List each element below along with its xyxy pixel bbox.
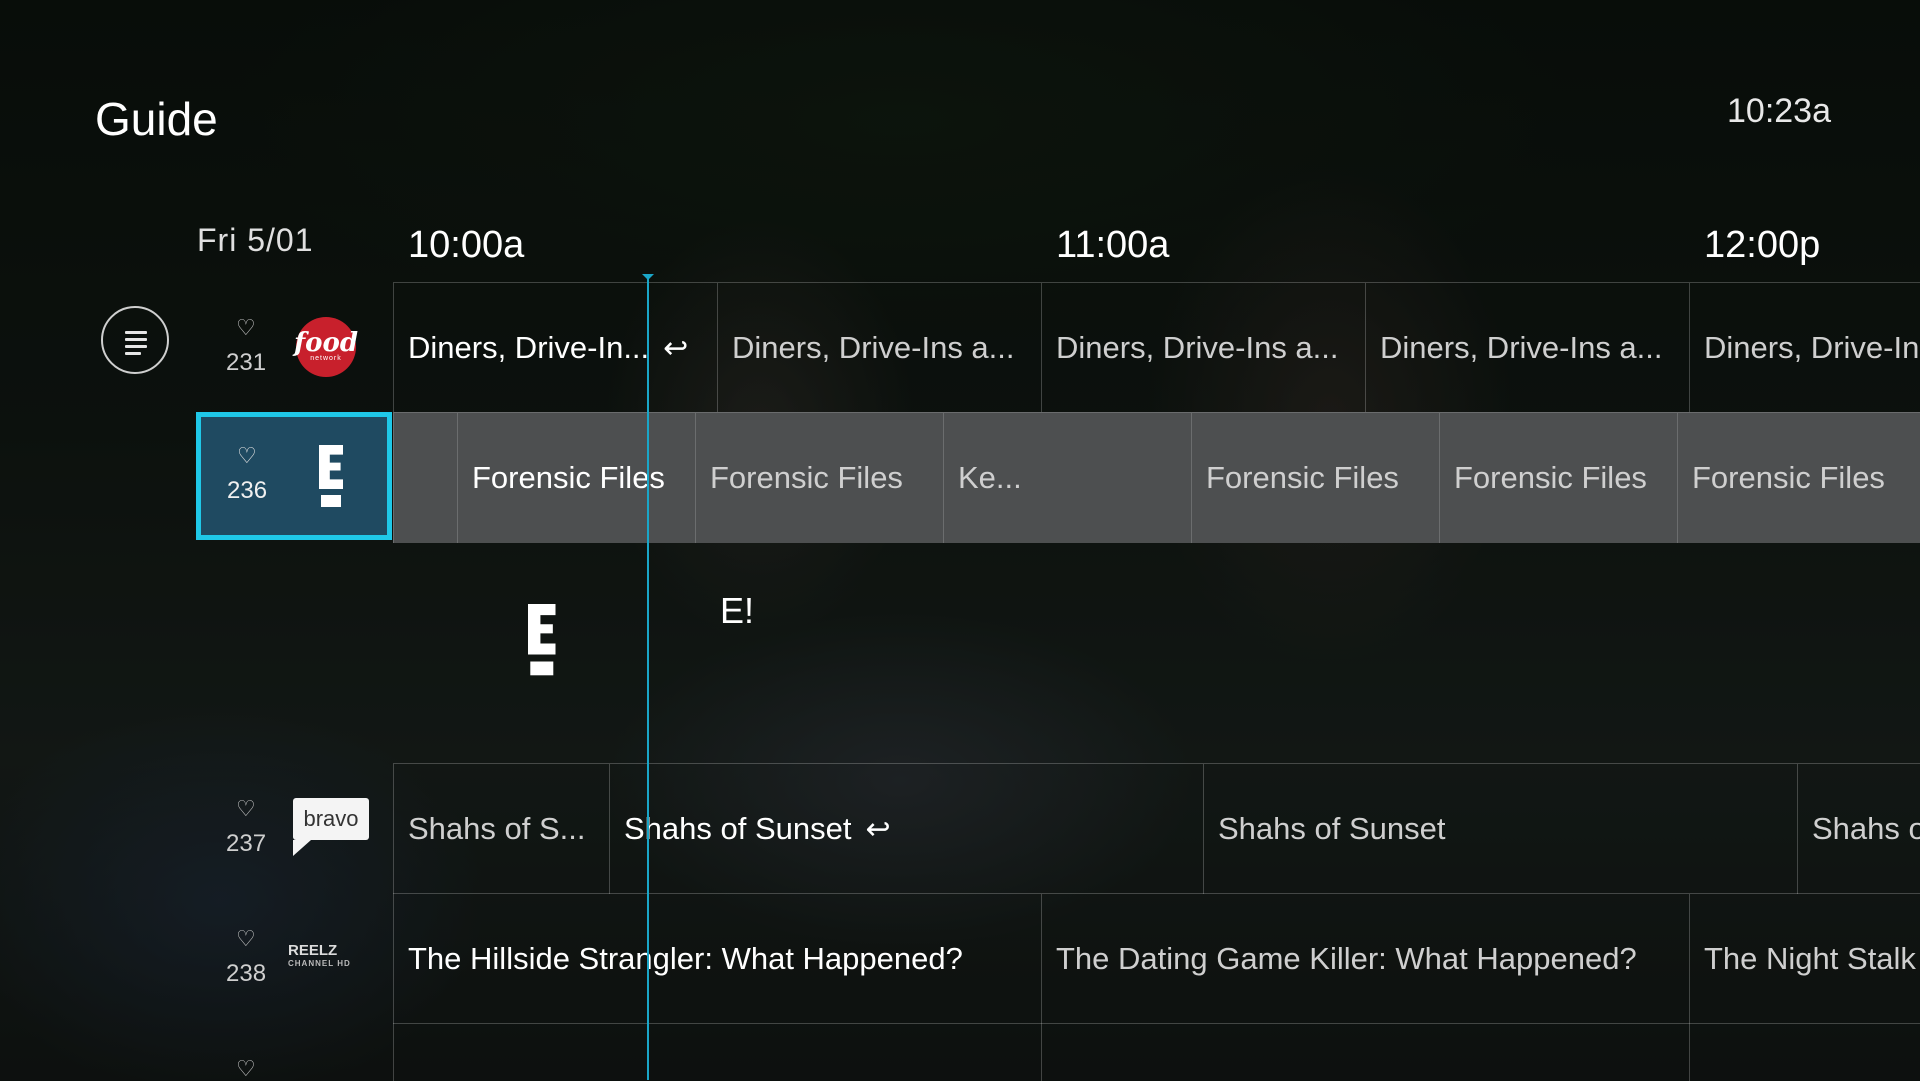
program-cell[interactable]: Shahs of S...: [393, 764, 609, 894]
program-cell[interactable]: Forensic Files: [1677, 413, 1920, 543]
menu-lines-icon: [125, 331, 147, 334]
program-cell[interactable]: Diners, Drive-In: [1689, 283, 1920, 413]
restart-icon: ↩: [663, 331, 689, 365]
program-cell[interactable]: Shahs of Sunset ↩: [609, 764, 1203, 894]
clock: 10:23a: [1727, 92, 1831, 130]
time-slot-label: 12:00p: [1704, 224, 1821, 266]
preview-channel-name: E!: [720, 590, 755, 631]
time-slot-label: 11:00a: [1056, 224, 1170, 266]
program-cell[interactable]: The Hillside Strangler: What Happened?: [393, 894, 1041, 1024]
program-row-237: Shahs of S... Shahs of Sunset ↩ Shahs of …: [393, 763, 1920, 894]
program-cell[interactable]: Diners, Drive-Ins a...: [1365, 283, 1689, 413]
program-cell[interactable]: Forensic Files: [1439, 413, 1677, 543]
program-cell[interactable]: Ke...: [943, 413, 1191, 543]
favorite-heart-icon[interactable]: ♡: [236, 928, 256, 950]
program-row-231: Diners, Drive-In... ↩ Diners, Drive-Ins a…: [393, 282, 1920, 413]
program-cell[interactable]: Shahs o: [1797, 764, 1920, 894]
menu-lines-icon: [125, 352, 141, 355]
program-cell[interactable]: [393, 1024, 1041, 1081]
favorite-heart-icon[interactable]: ♡: [236, 1058, 256, 1080]
favorite-heart-icon[interactable]: ♡: [236, 798, 256, 820]
program-cell[interactable]: The Dating Game Killer: What Happened?: [1041, 894, 1689, 1024]
program-cell[interactable]: Forensic Files: [1191, 413, 1439, 543]
program-cell[interactable]: Forensic Files: [457, 413, 695, 543]
program-cell[interactable]: [1041, 1024, 1689, 1081]
channel-237[interactable]: ♡ 237 bravo: [196, 764, 392, 894]
channel-preview-panel: [393, 543, 1920, 763]
program-cell[interactable]: Forensic Files: [695, 413, 943, 543]
program-row-partial: [393, 1023, 1920, 1081]
program-row-236: Forensic Files Forensic Files Ke... Fore…: [393, 412, 1920, 543]
program-row-238: The Hillside Strangler: What Happened? T…: [393, 893, 1920, 1024]
channel-number: 237: [226, 830, 267, 857]
guide-date: Fri 5/01: [197, 222, 314, 258]
channel-number: 236: [227, 477, 268, 504]
favorite-heart-icon[interactable]: ♡: [237, 445, 257, 467]
channel-231[interactable]: ♡ 231 food network: [196, 283, 392, 413]
channel-number: 238: [226, 960, 267, 987]
menu-lines-icon: [125, 338, 147, 341]
favorite-heart-icon[interactable]: ♡: [236, 317, 256, 339]
channel-236-selected[interactable]: ♡ 236: [196, 412, 392, 540]
menu-lines-icon: [125, 345, 147, 348]
channel-partial[interactable]: ♡: [196, 1024, 392, 1080]
program-cell[interactable]: Shahs of Sunset: [1203, 764, 1797, 894]
program-cell[interactable]: Diners, Drive-In... ↩: [393, 283, 717, 413]
current-time-line: [647, 278, 649, 1080]
program-cell[interactable]: Diners, Drive-Ins a...: [1041, 283, 1365, 413]
reelz-logo: REELZ CHANNEL HD: [288, 942, 351, 968]
channel-number: 231: [226, 349, 267, 376]
program-cell[interactable]: Diners, Drive-Ins a...: [717, 283, 1041, 413]
menu-button[interactable]: [101, 306, 169, 374]
page-title: Guide: [95, 93, 218, 145]
bravo-logo: bravo: [293, 798, 369, 856]
program-cell[interactable]: The Night Stalk: [1689, 894, 1920, 1024]
program-cell[interactable]: [1689, 1024, 1920, 1081]
time-slot-label: 10:00a: [408, 224, 525, 266]
channel-238[interactable]: ♡ 238 REELZ CHANNEL HD: [196, 894, 392, 1024]
program-cell[interactable]: [393, 413, 457, 543]
food-network-logo: food network: [294, 317, 358, 377]
restart-icon: ↩: [865, 812, 891, 846]
